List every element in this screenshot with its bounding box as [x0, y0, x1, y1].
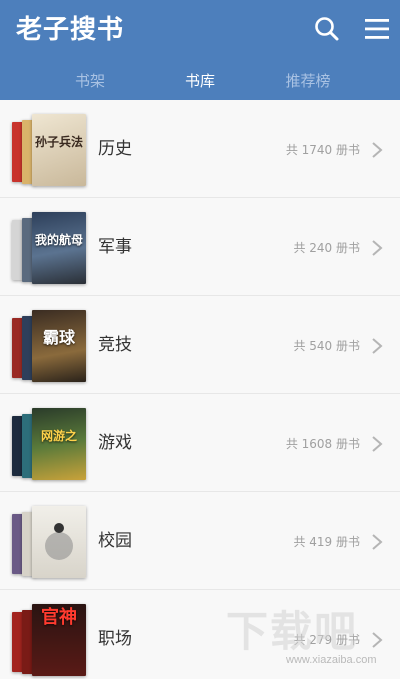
book-count: 共 419 册书: [293, 535, 360, 549]
book-cover-front: 我的航母: [32, 212, 86, 284]
cover-illustration: [45, 523, 73, 560]
category-row-campus[interactable]: 校园 共 419 册书: [0, 492, 400, 590]
book-cover-stack: 官神: [10, 604, 90, 676]
category-name: 职场: [98, 629, 132, 649]
app-logo: 老子搜书: [16, 15, 125, 45]
chevron-right-icon: [372, 632, 383, 648]
book-count: 共 1608 册书: [285, 437, 360, 451]
category-name: 竞技: [98, 335, 132, 355]
book-cover-stack: [10, 506, 90, 578]
cover-title: 官神: [41, 607, 77, 628]
chevron-right-icon: [372, 142, 383, 158]
category-row-sports[interactable]: 霸球 竞技 共 540 册书: [0, 296, 400, 394]
book-cover-front: [32, 506, 86, 578]
book-cover-stack: 我的航母: [10, 212, 90, 284]
chevron-right-icon: [372, 240, 383, 256]
book-count: 共 1740 册书: [285, 143, 360, 157]
book-cover-stack: 孙子兵法: [10, 114, 90, 186]
chevron-right-icon: [372, 436, 383, 452]
category-list: 孙子兵法 历史 共 1740 册书 我的航母 军事 共 240 册书 霸球 竞技…: [0, 100, 400, 679]
top-bar: 老子搜书: [0, 0, 400, 58]
cover-title: 网游之: [40, 429, 77, 443]
category-name: 校园: [98, 531, 132, 551]
category-name: 游戏: [98, 433, 132, 453]
category-row-military[interactable]: 我的航母 军事 共 240 册书: [0, 198, 400, 296]
category-name: 历史: [98, 139, 132, 159]
chevron-right-icon: [372, 338, 383, 354]
chevron-right-icon: [372, 534, 383, 550]
menu-icon: [365, 19, 389, 39]
tab-library[interactable]: 书库: [150, 62, 250, 100]
book-cover-front: 霸球: [32, 310, 86, 382]
book-count: 共 279 册书: [293, 633, 360, 647]
book-count: 共 540 册书: [293, 339, 360, 353]
category-row-workplace[interactable]: 官神 职场 共 279 册书: [0, 590, 400, 679]
book-count: 共 240 册书: [293, 241, 360, 255]
category-row-history[interactable]: 孙子兵法 历史 共 1740 册书: [0, 100, 400, 198]
cover-title: 霸球: [42, 328, 75, 347]
app-root: 老子搜书 书架 书库 推荐榜 孙子兵法 历史 共 1740 册书 我的航母 军事…: [0, 0, 400, 679]
cover-title: 孙子兵法: [34, 135, 83, 149]
category-name: 军事: [98, 237, 132, 257]
tab-bookshelf[interactable]: 书架: [40, 62, 140, 100]
menu-button[interactable]: [362, 14, 392, 44]
book-cover-front: 孙子兵法: [32, 114, 86, 186]
search-icon: [315, 17, 339, 41]
book-cover-front: 官神: [32, 604, 86, 676]
book-cover-stack: 霸球: [10, 310, 90, 382]
header: 老子搜书 书架 书库 推荐榜: [0, 0, 400, 100]
search-button[interactable]: [312, 14, 342, 44]
tab-bar: 书架 书库 推荐榜: [0, 62, 400, 100]
book-cover-stack: 网游之: [10, 408, 90, 480]
category-row-games[interactable]: 网游之 游戏 共 1608 册书: [0, 394, 400, 492]
cover-title: 我的航母: [34, 233, 83, 247]
book-cover-front: 网游之: [32, 408, 86, 480]
tab-rankings[interactable]: 推荐榜: [258, 62, 358, 100]
